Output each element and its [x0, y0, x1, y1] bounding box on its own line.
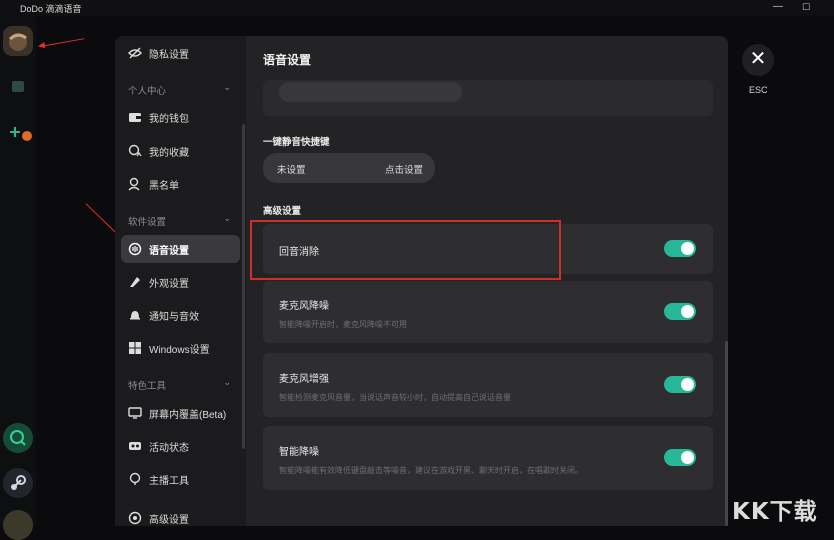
- chevron-down-icon: ⌄: [223, 213, 231, 223]
- smart-denoise-toggle[interactable]: [664, 449, 696, 466]
- content-scrollbar[interactable]: [725, 341, 728, 526]
- wallet-icon: [128, 110, 142, 124]
- chevron-down-icon: ⌄: [223, 82, 231, 92]
- app-title: DoDo 滴滴语音: [20, 4, 82, 14]
- page-title: 语音设置: [263, 53, 312, 67]
- privacy-icon: [128, 46, 142, 60]
- blacklist-icon: [128, 177, 142, 191]
- nav-item-label: 主播工具: [149, 475, 189, 487]
- add-server-icon[interactable]: [3, 117, 33, 147]
- close-icon: ✕: [749, 48, 767, 70]
- option-title: 麦克风降噪: [279, 301, 329, 312]
- voice-icon: [128, 242, 142, 256]
- nav-item-activity[interactable]: 活动状态: [121, 432, 240, 460]
- overlay-icon: [128, 406, 142, 420]
- nav-item-label: 语音设置: [149, 245, 189, 257]
- nav-item-streamer[interactable]: 主播工具: [121, 465, 240, 493]
- nav-group-personal[interactable]: 个人中心 ⌄: [128, 82, 231, 97]
- highlight-box: [250, 220, 561, 280]
- hotkey-section-title: 一键静音快捷键: [263, 137, 330, 148]
- nav-item-appearance[interactable]: 外观设置: [121, 268, 240, 296]
- option-title: 麦克风增强: [279, 374, 329, 385]
- option-title: 智能降噪: [279, 447, 319, 458]
- settings-card-partial: [263, 80, 713, 116]
- title-bar: DoDo 滴滴语音 — ☐: [0, 0, 834, 16]
- windows-icon: [128, 341, 142, 355]
- hotkey-field[interactable]: 未设置 点击设置: [263, 153, 435, 183]
- nav-group-label: 特色工具: [128, 381, 167, 392]
- nav-group-special[interactable]: 特色工具 ⌄: [128, 377, 231, 392]
- option-desc: 智能降噪开启时，麦克风降噪不可用: [279, 320, 407, 329]
- esc-label: ESC: [749, 85, 768, 95]
- nav-item-label: 屏幕内覆盖(Beta): [149, 409, 227, 421]
- hotkey-set-button[interactable]: 点击设置: [385, 162, 423, 176]
- server-avatar-bottom[interactable]: [3, 510, 33, 540]
- activity-icon: [128, 439, 142, 453]
- nav-item-label: 隐私设置: [149, 49, 189, 61]
- watermark: KK下载: [732, 499, 818, 525]
- appearance-icon: [128, 275, 142, 289]
- advanced-icon: [128, 511, 142, 525]
- favorite-icon: [128, 144, 142, 158]
- nav-item-advanced[interactable]: 高级设置: [121, 504, 240, 526]
- nav-group-software[interactable]: 软件设置 ⌄: [128, 213, 231, 228]
- input-pill-partial[interactable]: [279, 82, 462, 102]
- voice-settings-content: 语音设置 一键静音快捷键 未设置 点击设置 高级设置 回音消除 麦克风降噪 智能…: [246, 36, 728, 526]
- minimize-button[interactable]: —: [764, 0, 792, 16]
- settings-nav: 隐私设置 个人中心 ⌄ 我的钱包 我的收藏 黑名单 软件设置 ⌄ 语音设置 外观…: [115, 36, 246, 526]
- nav-item-label: 外观设置: [149, 278, 189, 290]
- streamer-icon: [128, 472, 142, 486]
- mic-boost-toggle[interactable]: [664, 376, 696, 393]
- nav-group-label: 软件设置: [128, 217, 167, 228]
- option-smart-denoise: 智能降噪 智能降噪能有效降低键盘敲击等噪音，建议在游戏开黑、聊天时开启，在唱歌时…: [263, 426, 713, 490]
- nav-scrollbar[interactable]: [242, 124, 245, 449]
- mic-denoise-toggle[interactable]: [664, 303, 696, 320]
- steam-icon[interactable]: [3, 468, 33, 498]
- maximize-button[interactable]: ☐: [792, 0, 820, 16]
- server-avatar-dodo[interactable]: [3, 26, 33, 56]
- nav-item-privacy[interactable]: 隐私设置: [121, 39, 240, 67]
- nav-item-label: 我的收藏: [149, 147, 189, 159]
- nav-item-notification[interactable]: 通知与音效: [121, 301, 240, 329]
- bell-icon: [128, 308, 142, 322]
- nav-item-voice[interactable]: 语音设置: [121, 235, 240, 263]
- nav-item-favorite[interactable]: 我的收藏: [121, 137, 240, 165]
- advanced-section-title: 高级设置: [263, 206, 302, 217]
- nav-item-label: Windows设置: [149, 344, 210, 356]
- nav-item-label: 黑名单: [149, 180, 179, 192]
- nav-item-label: 通知与音效: [149, 311, 199, 323]
- nav-item-label: 我的钱包: [149, 113, 189, 125]
- close-button[interactable]: ✕: [742, 44, 774, 76]
- echo-cancel-toggle[interactable]: [664, 240, 696, 257]
- server-rail: [0, 16, 36, 540]
- server-icon-chat[interactable]: [3, 72, 33, 102]
- nav-group-label: 个人中心: [128, 86, 167, 97]
- search-server-icon[interactable]: [3, 423, 33, 453]
- option-mic-denoise: 麦克风降噪 智能降噪开启时，麦克风降噪不可用: [263, 281, 713, 343]
- nav-item-wallet[interactable]: 我的钱包: [121, 103, 240, 131]
- option-mic-boost: 麦克风增强 智能检测麦克风音量，当说话声音较小时，自动提高自己说话音量: [263, 353, 713, 417]
- nav-item-overlay[interactable]: 屏幕内覆盖(Beta): [121, 399, 240, 427]
- nav-item-blacklist[interactable]: 黑名单: [121, 170, 240, 198]
- settings-panel: 隐私设置 个人中心 ⌄ 我的钱包 我的收藏 黑名单 软件设置 ⌄ 语音设置 外观…: [115, 36, 728, 526]
- option-desc: 智能检测麦克风音量，当说话声音较小时，自动提高自己说话音量: [279, 393, 511, 402]
- nav-item-label: 高级设置: [149, 514, 189, 526]
- nav-item-windows[interactable]: Windows设置: [121, 334, 240, 362]
- nav-item-label: 活动状态: [149, 442, 189, 454]
- hotkey-value: 未设置: [277, 165, 306, 176]
- chevron-down-icon: ⌄: [223, 377, 231, 387]
- option-desc: 智能降噪能有效降低键盘敲击等噪音，建议在游戏开黑、聊天时开启，在唱歌时关闭。: [279, 466, 583, 475]
- annotation-arrow-top: [39, 38, 85, 47]
